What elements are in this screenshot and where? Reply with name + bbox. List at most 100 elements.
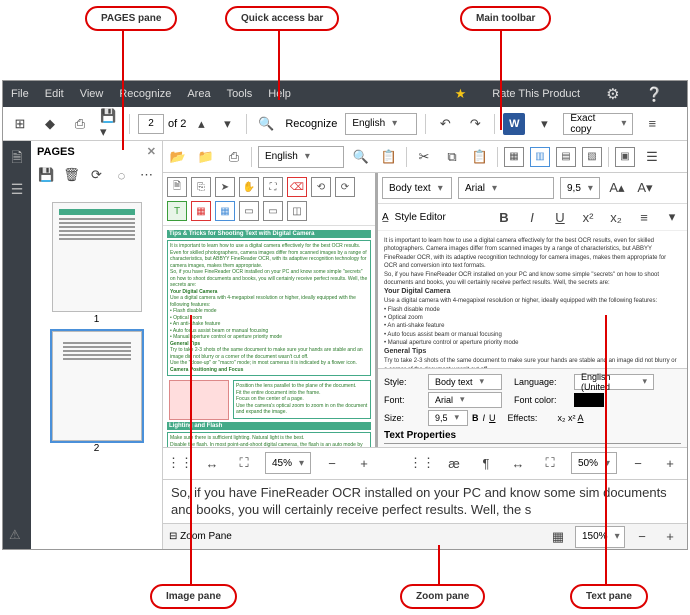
open-icon[interactable]: ◆ xyxy=(39,113,61,135)
prop-style-select[interactable]: Body text xyxy=(428,374,502,390)
export-dd-icon[interactable]: ▾ xyxy=(533,113,555,135)
grid-icon[interactable]: ▦ xyxy=(547,526,569,548)
layout-a-icon[interactable]: ▦ xyxy=(504,147,524,167)
img-tool-icon[interactable]: 🗎 xyxy=(167,177,187,197)
scan-icon[interactable]: ⎙ xyxy=(69,113,91,135)
table-area-icon[interactable]: ▦ xyxy=(215,201,235,221)
open-tb-icon[interactable]: 📂 xyxy=(167,146,189,168)
delete-page-icon[interactable]: 🗑 xyxy=(62,164,81,186)
list-icon[interactable]: ⋮⋮ xyxy=(169,452,191,474)
align-dd-icon[interactable]: ▾ xyxy=(661,206,683,228)
save-dd-icon[interactable]: 💾▾ xyxy=(99,113,121,135)
list-rail-icon[interactable]: ☰ xyxy=(11,181,24,198)
size-select[interactable]: 9,5 xyxy=(560,177,600,199)
img-tool-icon[interactable]: ⟳ xyxy=(335,177,355,197)
undo-icon[interactable]: ↶ xyxy=(434,113,456,135)
page-thumbnail[interactable] xyxy=(52,202,142,312)
menu-file[interactable]: File xyxy=(11,88,29,100)
new-icon[interactable]: ⊞ xyxy=(9,113,31,135)
page-down-icon[interactable]: ▾ xyxy=(216,113,238,135)
styleed-icon[interactable]: A̲ xyxy=(382,212,389,223)
style-editor-button[interactable]: Style Editor xyxy=(395,212,446,223)
refresh-icon[interactable]: ⟳ xyxy=(87,164,106,186)
align-left-icon[interactable]: ≡ xyxy=(633,206,655,228)
img-zoom-select[interactable]: 45% xyxy=(265,452,311,474)
recognize-button[interactable]: Recognize xyxy=(285,118,337,130)
layout-d-icon[interactable]: ▧ xyxy=(582,147,602,167)
img-tool-icon[interactable]: ⎘ xyxy=(191,177,211,197)
prop-size-select[interactable]: 9,5 xyxy=(428,410,468,426)
options-icon[interactable]: ≡ xyxy=(641,113,663,135)
word-export-button[interactable]: W xyxy=(503,113,525,135)
txt-zoom-select[interactable]: 50% xyxy=(571,452,617,474)
collapse-icon[interactable]: ⊟ xyxy=(169,531,177,542)
menu-tools[interactable]: Tools xyxy=(227,88,253,100)
picture-region[interactable] xyxy=(169,380,229,420)
mode-select[interactable]: Exact copy xyxy=(563,113,633,135)
text-document[interactable]: It is important to learn how to use a di… xyxy=(378,231,687,368)
barcode-area-icon[interactable]: ▭ xyxy=(239,201,259,221)
menu-view[interactable]: View xyxy=(80,88,104,100)
layout-c-icon[interactable]: ▤ xyxy=(556,147,576,167)
copy-icon[interactable]: ⧉ xyxy=(441,146,463,168)
rate-link[interactable]: Rate This Product xyxy=(492,88,580,100)
folder-icon[interactable]: 📁 xyxy=(195,146,217,168)
save-page-icon[interactable]: 💾 xyxy=(37,164,56,186)
prop-font-select[interactable]: Arial xyxy=(428,392,502,408)
paste-icon[interactable]: 📋 xyxy=(469,146,491,168)
zoompane-select[interactable]: 150% xyxy=(575,526,625,548)
list-icon[interactable]: ⋮⋮ xyxy=(411,452,433,474)
page-input[interactable] xyxy=(138,114,164,134)
scan-tb-icon[interactable]: ⎙ xyxy=(223,146,245,168)
prop-lang-select[interactable]: English (United xyxy=(574,374,654,390)
zoom-in-icon[interactable]: + xyxy=(659,526,681,548)
more-icon[interactable]: ⋯ xyxy=(137,164,156,186)
maintb-lang-select[interactable]: English xyxy=(258,146,344,168)
menu-area[interactable]: Area xyxy=(187,88,210,100)
full-icon[interactable]: ⛶ xyxy=(539,452,561,474)
text-area-icon[interactable]: T xyxy=(167,201,187,221)
read-order-icon[interactable]: 📋 xyxy=(378,146,400,168)
pages-rail-icon[interactable]: 🗎 xyxy=(11,147,22,171)
pointer-icon[interactable]: ➤ xyxy=(215,177,235,197)
grow-font-icon[interactable]: A▴ xyxy=(606,177,628,199)
warning-icon[interactable]: ⚠ xyxy=(9,527,21,543)
props-tb-icon[interactable]: ☰ xyxy=(641,146,663,168)
img-tool-icon[interactable]: ⟲ xyxy=(311,177,331,197)
italic-icon[interactable]: I xyxy=(521,206,543,228)
redo-icon[interactable]: ↷ xyxy=(464,113,486,135)
spellcheck-icon[interactable]: æ xyxy=(443,452,465,474)
cut-icon[interactable]: ✂ xyxy=(413,146,435,168)
props-tab[interactable]: Text Properties xyxy=(384,430,456,441)
zoom-in-icon[interactable]: + xyxy=(659,452,681,474)
sub-icon[interactable]: x₂ xyxy=(605,206,627,228)
layout-e-icon[interactable]: ▣ xyxy=(615,147,635,167)
fit-w-icon[interactable]: ↔ xyxy=(507,452,529,474)
menu-edit[interactable]: Edit xyxy=(45,88,64,100)
para-icon[interactable]: ¶ xyxy=(475,452,497,474)
bold-icon[interactable]: B xyxy=(493,206,515,228)
bg-area-icon[interactable]: ▭ xyxy=(263,201,283,221)
layout-b-icon[interactable]: ▥ xyxy=(530,147,550,167)
image-document[interactable]: Tips & Tricks for Shooting Text with Dig… xyxy=(163,226,375,447)
search-icon[interactable]: 🔍 xyxy=(255,113,277,135)
eraser-icon[interactable]: ⌫ xyxy=(287,177,307,197)
recognize-tb-icon[interactable]: 🔍 xyxy=(350,146,372,168)
zoom-out-icon[interactable]: − xyxy=(627,452,649,474)
page-up-icon[interactable]: ▴ xyxy=(190,113,212,135)
menu-recognize[interactable]: Recognize xyxy=(119,88,171,100)
page-thumbnail[interactable] xyxy=(52,331,142,441)
zoom-out-icon[interactable]: − xyxy=(321,452,343,474)
color-swatch[interactable] xyxy=(574,393,604,407)
spinner-icon[interactable]: ◌ xyxy=(112,164,131,186)
style-select[interactable]: Body text xyxy=(382,177,452,199)
underline-icon[interactable]: U xyxy=(549,206,571,228)
hand-icon[interactable]: ✋ xyxy=(239,177,259,197)
font-select[interactable]: Arial xyxy=(458,177,554,199)
picture-area-icon[interactable]: ▦ xyxy=(191,201,211,221)
full-icon[interactable]: ⛶ xyxy=(233,452,255,474)
close-icon[interactable]: ✕ xyxy=(147,145,156,158)
area-tool-icon[interactable]: ◫ xyxy=(287,201,307,221)
sup-icon[interactable]: x² xyxy=(577,206,599,228)
fit-icon[interactable]: ↔ xyxy=(201,452,223,474)
